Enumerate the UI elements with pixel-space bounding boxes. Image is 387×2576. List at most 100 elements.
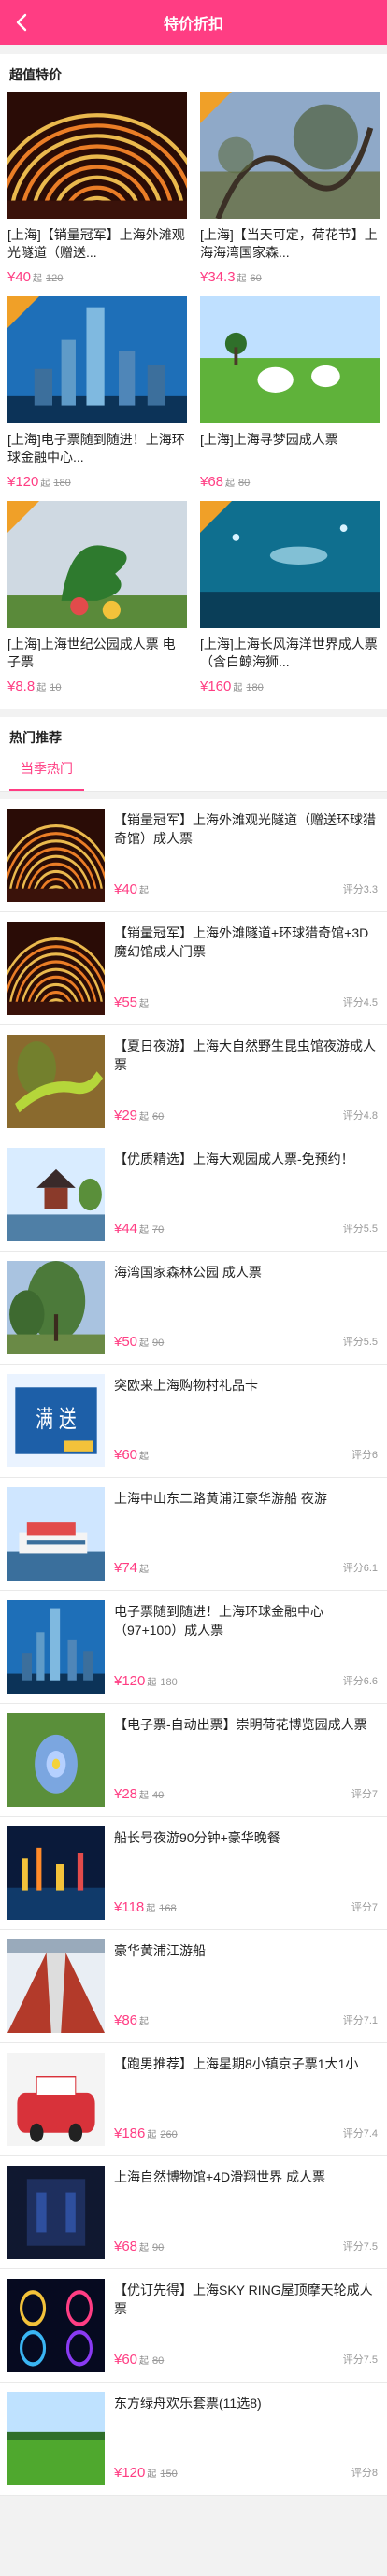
- item-price-unit: 起: [147, 2130, 157, 2140]
- list-item[interactable]: 东方绿舟欢乐套票(11选8) ¥120 起 150 评分8: [0, 2383, 387, 2496]
- list-item[interactable]: 海湾国家森林公园 成人票 ¥50 起 90 评分5.5: [0, 1252, 387, 1365]
- deal-price-row: ¥34.3 起 60: [200, 269, 380, 285]
- item-price-unit: 起: [139, 2243, 150, 2254]
- deals-section-title: 超值特价: [0, 54, 387, 88]
- promo-ribbon-icon: [200, 501, 232, 533]
- item-image: [7, 1939, 105, 2033]
- item-price-row: ¥118 起 168: [114, 1899, 177, 1916]
- tab-seasonal-hot[interactable]: 当季热门: [9, 750, 84, 791]
- item-original-price: 60: [152, 1111, 165, 1123]
- item-image: [7, 2279, 105, 2372]
- item-score: 评分7: [351, 1789, 378, 1800]
- list-item[interactable]: 【销量冠军】上海外滩隧道+环球猎奇馆+3D魔幻馆成人门票 ¥55 起 评分4.5: [0, 912, 387, 1025]
- item-price-unit: 起: [147, 2469, 157, 2480]
- item-image: [7, 1261, 105, 1354]
- hot-section-title: 热门推荐: [0, 717, 387, 751]
- deal-name: [上海]上海寻梦园成人票: [200, 432, 338, 447]
- item-image: [7, 1713, 105, 1807]
- deal-price-unit: 起: [233, 683, 243, 694]
- list-item[interactable]: 【电子票-自动出票】崇明荷花博览园成人票 ¥28 起 40 评分7: [0, 1704, 387, 1817]
- back-icon[interactable]: [9, 9, 36, 36]
- deal-card[interactable]: [上海]电子票随到随进！上海环球金融中心... ¥120 起 180: [7, 296, 187, 490]
- deal-price: ¥8.8: [7, 679, 36, 694]
- deal-price: ¥40: [7, 269, 32, 285]
- item-image: [7, 1600, 105, 1694]
- deal-price-row: ¥8.8 起 10: [7, 679, 187, 694]
- item-price-unit: 起: [139, 1112, 150, 1123]
- item-name: 船长号夜游90分钟+豪华晚餐: [114, 1830, 280, 1845]
- deal-card[interactable]: [上海]【销量冠军】上海外滩观光隧道（赠送... ¥40 起 120: [7, 92, 187, 285]
- item-image: [7, 2392, 105, 2485]
- item-price-unit: 起: [139, 1565, 150, 1575]
- item-info: 【优订先得】上海SKY RING屋顶摩天轮成人票 ¥60 起 80 评分7.5: [105, 2279, 378, 2372]
- deal-name: [上海]上海世纪公园成人票 电子票: [7, 637, 176, 669]
- item-name: 【优质精选】上海大观园成人票-免预约！: [114, 1152, 354, 1166]
- item-score: 评分7.5: [342, 2241, 378, 2253]
- item-image: [7, 809, 105, 902]
- item-info: 豪华黄浦江游船 ¥86 起 评分7.1: [105, 1939, 378, 2033]
- deal-card[interactable]: [上海]上海世纪公园成人票 电子票 ¥8.8 起 10: [7, 501, 187, 694]
- page-title: 特价折扣: [163, 17, 223, 33]
- deal-original-price: 10: [50, 682, 62, 694]
- item-original-price: 40: [152, 1790, 165, 1801]
- deal-name: [上海]上海长风海洋世界成人票（含白鲸海狮...: [200, 637, 378, 669]
- deal-price-unit: 起: [36, 683, 47, 694]
- deal-price: ¥120: [7, 474, 39, 490]
- item-image: [7, 2166, 105, 2259]
- item-name: 【销量冠军】上海外滩观光隧道（赠送环球猎奇馆）成人票: [114, 812, 376, 846]
- item-info: 突欧来上海购物村礼品卡 ¥60 起 评分6: [105, 1374, 378, 1467]
- item-name: 上海中山东二路黄浦江豪华游船 夜游: [114, 1491, 327, 1506]
- top-bar: 特价折扣: [0, 0, 387, 45]
- list-item[interactable]: 【跑男推荐】上海星期8小镇京子票1大1小 ¥186 起 260 评分7.4: [0, 2043, 387, 2156]
- list-item[interactable]: 满 送 突欧来上海购物村礼品卡 ¥60 起 评分6: [0, 1365, 387, 1478]
- deal-price-row: ¥120 起 180: [7, 474, 187, 490]
- item-original-price: 90: [152, 1338, 165, 1349]
- list-item[interactable]: 电子票随到随进！上海环球金融中心（97+100）成人票 ¥120 起 180 评分6…: [0, 1591, 387, 1704]
- item-image: [7, 922, 105, 1015]
- list-item[interactable]: 豪华黄浦江游船 ¥86 起 评分7.1: [0, 1930, 387, 2043]
- deal-price-unit: 起: [236, 274, 247, 284]
- deal-price-row: ¥160 起 180: [200, 679, 380, 694]
- item-price-row: ¥68 起 90: [114, 2239, 164, 2255]
- promo-ribbon-icon: [7, 501, 39, 533]
- list-item[interactable]: 上海自然博物馆+4D滑翔世界 成人票 ¥68 起 90 评分7.5: [0, 2156, 387, 2269]
- item-price-unit: 起: [139, 1338, 150, 1349]
- deal-price-unit: 起: [225, 479, 236, 489]
- item-price-row: ¥86 起: [114, 2012, 149, 2029]
- deal-card[interactable]: [上海]上海长风海洋世界成人票（含白鲸海狮... ¥160 起 180: [200, 501, 380, 694]
- item-score: 评分3.3: [342, 884, 378, 895]
- item-image: [7, 2053, 105, 2146]
- list-item[interactable]: 【优订先得】上海SKY RING屋顶摩天轮成人票 ¥60 起 80 评分7.5: [0, 2269, 387, 2383]
- deal-price-unit: 起: [33, 274, 43, 284]
- promo-ribbon-icon: [200, 92, 232, 123]
- item-price: ¥120: [114, 1673, 146, 1689]
- item-info: 东方绿舟欢乐套票(11选8) ¥120 起 150 评分8: [105, 2392, 378, 2485]
- item-info: 【优质精选】上海大观园成人票-免预约！ ¥44 起 70 评分5.5: [105, 1148, 378, 1241]
- list-item[interactable]: 【夏日夜游】上海大自然野生昆虫馆夜游成人票 ¥29 起 60 评分4.8: [0, 1025, 387, 1138]
- list-item[interactable]: 上海中山东二路黄浦江豪华游船 夜游 ¥74 起 评分6.1: [0, 1478, 387, 1591]
- item-name: 海湾国家森林公园 成人票: [114, 1265, 262, 1280]
- item-score: 评分5.5: [342, 1337, 378, 1348]
- item-image: [7, 1487, 105, 1581]
- deal-price: ¥68: [200, 474, 224, 490]
- item-price-row: ¥74 起: [114, 1560, 149, 1577]
- item-info: 海湾国家森林公园 成人票 ¥50 起 90 评分5.5: [105, 1261, 378, 1354]
- item-info: 【销量冠军】上海外滩观光隧道（赠送环球猎奇馆）成人票 ¥40 起 评分3.3: [105, 809, 378, 902]
- list-item[interactable]: 【优质精选】上海大观园成人票-免预约！ ¥44 起 70 评分5.5: [0, 1138, 387, 1252]
- item-price-row: ¥50 起 90: [114, 1334, 164, 1351]
- item-image: [7, 1148, 105, 1241]
- item-price: ¥50: [114, 1334, 138, 1350]
- item-original-price: 90: [152, 2242, 165, 2254]
- item-score: 评分8: [351, 2468, 378, 2479]
- item-price-unit: 起: [139, 999, 150, 1009]
- deal-price-unit: 起: [40, 479, 50, 489]
- deal-card[interactable]: [上海]上海寻梦园成人票 ¥68 起 80: [200, 296, 380, 490]
- deal-card[interactable]: [上海]【当天可定，荷花节】上海海湾国家森... ¥34.3 起 60: [200, 92, 380, 285]
- item-info: 【电子票-自动出票】崇明荷花博览园成人票 ¥28 起 40 评分7: [105, 1713, 378, 1807]
- deal-image: [200, 92, 380, 219]
- item-original-price: 180: [160, 1677, 178, 1688]
- list-item[interactable]: 船长号夜游90分钟+豪华晚餐 ¥118 起 168 评分7: [0, 1817, 387, 1930]
- list-item[interactable]: 【销量冠军】上海外滩观光隧道（赠送环球猎奇馆）成人票 ¥40 起 评分3.3: [0, 799, 387, 912]
- item-original-price: 260: [160, 2129, 178, 2140]
- item-name: 【跑男推荐】上海星期8小镇京子票1大1小: [114, 2056, 359, 2071]
